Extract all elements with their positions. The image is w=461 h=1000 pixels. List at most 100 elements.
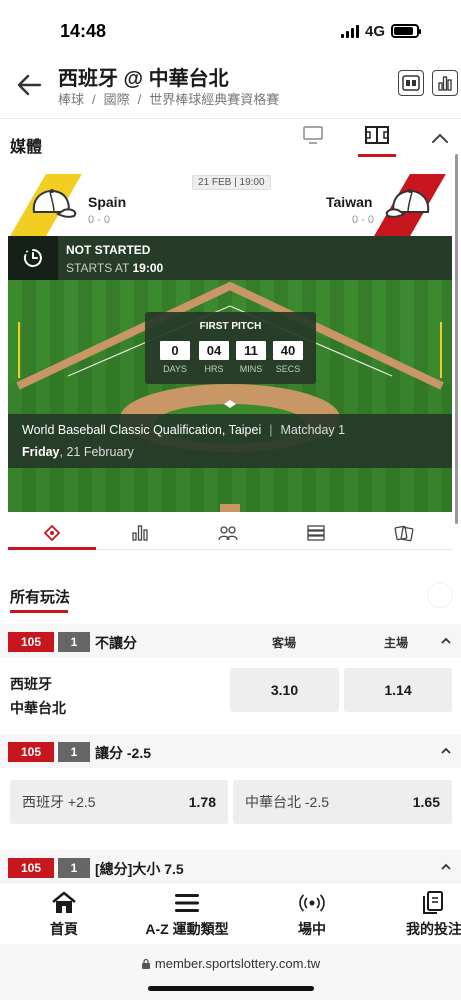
home-indicator[interactable]: [148, 986, 314, 991]
match-start-time: STARTS AT 19:00: [66, 261, 164, 275]
url-field[interactable]: member.sportslottery.com.tw: [0, 956, 461, 971]
countdown-seconds: 40 SECS: [273, 341, 303, 374]
all-markets-underline: [10, 610, 68, 613]
countdown-days: 0 DAYS: [160, 341, 190, 374]
chevron-up-icon[interactable]: [430, 131, 450, 145]
match-tracker-field: NOT STARTED STARTS AT 19:00 FIRST PITCH …: [8, 236, 452, 512]
market-header[interactable]: 105 1 讓分 -2.5: [0, 734, 461, 768]
page-title: 西班牙 @ 中華台北: [58, 68, 229, 90]
tracker-tabs: [8, 516, 452, 550]
scrollbar[interactable]: [455, 154, 458, 524]
nav-home-label: 首頁: [50, 921, 78, 937]
back-arrow-icon[interactable]: [16, 72, 42, 98]
nav-live[interactable]: 場中: [280, 889, 344, 939]
tab-cards[interactable]: [360, 516, 448, 550]
market-handicap: 105 1 讓分 -2.5 西班牙 +2.5 1.78 中華台北 -2.5 1.65: [0, 734, 461, 830]
signal-icon: [340, 24, 359, 38]
chevron-up-icon[interactable]: [440, 862, 452, 872]
bottom-nav: 首頁 A-Z 運動類型 場中 我的投注: [0, 882, 461, 944]
url-text: member.sportslottery.com.tw: [154, 956, 321, 971]
market-total: 105 1 [總分]大小 7.5: [0, 850, 461, 884]
away-cap-icon: [385, 189, 430, 218]
breadcrumb-sport[interactable]: 棒球: [58, 92, 84, 107]
timer-icon: [23, 249, 42, 267]
market-moneyline: 105 1 不讓分 客場 主場 西班牙 中華台北 3.10 1.14: [0, 624, 461, 724]
market-num-badge: 1: [58, 742, 90, 762]
status-indicators: 4G: [340, 23, 421, 40]
nav-home[interactable]: 首頁: [30, 889, 98, 939]
away-team-name: Taiwan: [326, 194, 373, 210]
tab-active-indicator: [8, 547, 96, 550]
match-date: 21 FEB | 19:00: [192, 175, 271, 190]
media-row: 媒體: [0, 118, 461, 164]
away-team-score: 0 - 0: [352, 214, 375, 226]
tab-standings[interactable]: [272, 516, 360, 550]
market-header[interactable]: 105 1 [總分]大小 7.5: [0, 850, 461, 884]
tv-icon[interactable]: [302, 125, 324, 145]
status-bar: 14:48 4G: [0, 0, 461, 62]
bar-chart-icon: [132, 525, 148, 541]
odds-button-home[interactable]: 1.14: [344, 668, 452, 712]
stats-button[interactable]: [432, 70, 458, 96]
odds-button-taiwan-handicap[interactable]: 中華台北 -2.5 1.65: [233, 780, 452, 824]
media-tab-active-indicator: [358, 154, 396, 157]
tab-lineups[interactable]: [184, 516, 272, 550]
lock-icon: [141, 958, 150, 969]
scoreboard-icon: [402, 75, 420, 91]
tab-field[interactable]: [8, 516, 96, 550]
breadcrumb-competition[interactable]: 世界棒球經典賽資格賽: [149, 92, 279, 107]
nav-sports[interactable]: A-Z 運動類型: [136, 889, 238, 939]
live-broadcast-icon: [299, 894, 325, 912]
countdown-minutes: 11 MINS: [236, 341, 266, 374]
countdown-hours: 04 HRS: [199, 341, 229, 374]
market-num-badge: 1: [58, 632, 90, 652]
competition-line: World Baseball Classic Qualification, Ta…: [22, 423, 346, 437]
players-icon: [218, 526, 238, 541]
market-code-badge: 105: [8, 858, 54, 878]
countdown-box: FIRST PITCH 0 DAYS 04 HRS 11 MINS 40 SECS: [145, 312, 316, 384]
market-teams: 西班牙 中華台北: [10, 672, 66, 720]
home-team-name: Spain: [88, 194, 127, 210]
odds-button-away[interactable]: 3.10: [230, 668, 339, 712]
battery-icon: [391, 24, 421, 38]
market-name: 不讓分: [95, 635, 137, 651]
scoreboard-button[interactable]: [398, 70, 424, 96]
market-header[interactable]: 105 1 不讓分 客場 主場: [0, 624, 461, 658]
chevron-up-icon[interactable]: [440, 746, 452, 756]
media-label: 媒體: [10, 139, 43, 156]
match-status: NOT STARTED: [66, 243, 151, 257]
diamond-icon: [43, 524, 61, 542]
market-name: 讓分 -2.5: [95, 745, 152, 761]
status-time: 14:48: [60, 20, 107, 41]
tab-stats[interactable]: [96, 516, 184, 550]
circle-button[interactable]: [427, 582, 453, 608]
menu-icon: [175, 894, 199, 912]
countdown-title: FIRST PITCH: [199, 321, 262, 332]
breadcrumb-region[interactable]: 國際: [104, 92, 130, 107]
browser-url-bar: member.sportslottery.com.tw: [0, 944, 461, 1000]
market-name: [總分]大小 7.5: [95, 861, 184, 877]
nav-sports-label: A-Z 運動類型: [145, 921, 229, 937]
match-teams: Spain 0 - 0 21 FEB | 19:00 Taiwan 0 - 0: [8, 170, 452, 236]
chevron-up-icon[interactable]: [440, 636, 452, 646]
odds-button-spain-handicap[interactable]: 西班牙 +2.5 1.78: [10, 780, 228, 824]
match-day-line: Friday, 21 February: [22, 445, 134, 459]
column-away: 客場: [272, 636, 297, 650]
match-status-box: NOT STARTED STARTS AT 19:00: [8, 236, 452, 280]
cards-icon: [394, 525, 414, 542]
betslip-icon: [423, 891, 443, 914]
bar-chart-icon: [438, 76, 452, 91]
all-markets-label[interactable]: 所有玩法: [10, 586, 70, 607]
home-team-score: 0 - 0: [88, 214, 111, 226]
table-icon: [307, 525, 325, 541]
team-taiwan: 中華台北: [10, 700, 66, 716]
matchday: Matchday 1: [280, 423, 346, 437]
pitch-icon[interactable]: [364, 124, 390, 146]
competition-name: World Baseball Classic Qualification, Ta…: [22, 423, 262, 437]
column-home: 主場: [384, 636, 409, 650]
market-code-badge: 105: [8, 742, 54, 762]
competition-info-box: World Baseball Classic Qualification, Ta…: [8, 414, 452, 468]
nav-my-bets[interactable]: 我的投注: [400, 889, 461, 939]
market-num-badge: 1: [58, 858, 90, 878]
page-header: 西班牙 @ 中華台北 棒球 / 國際 / 世界棒球經典賽資格賽: [0, 62, 461, 112]
